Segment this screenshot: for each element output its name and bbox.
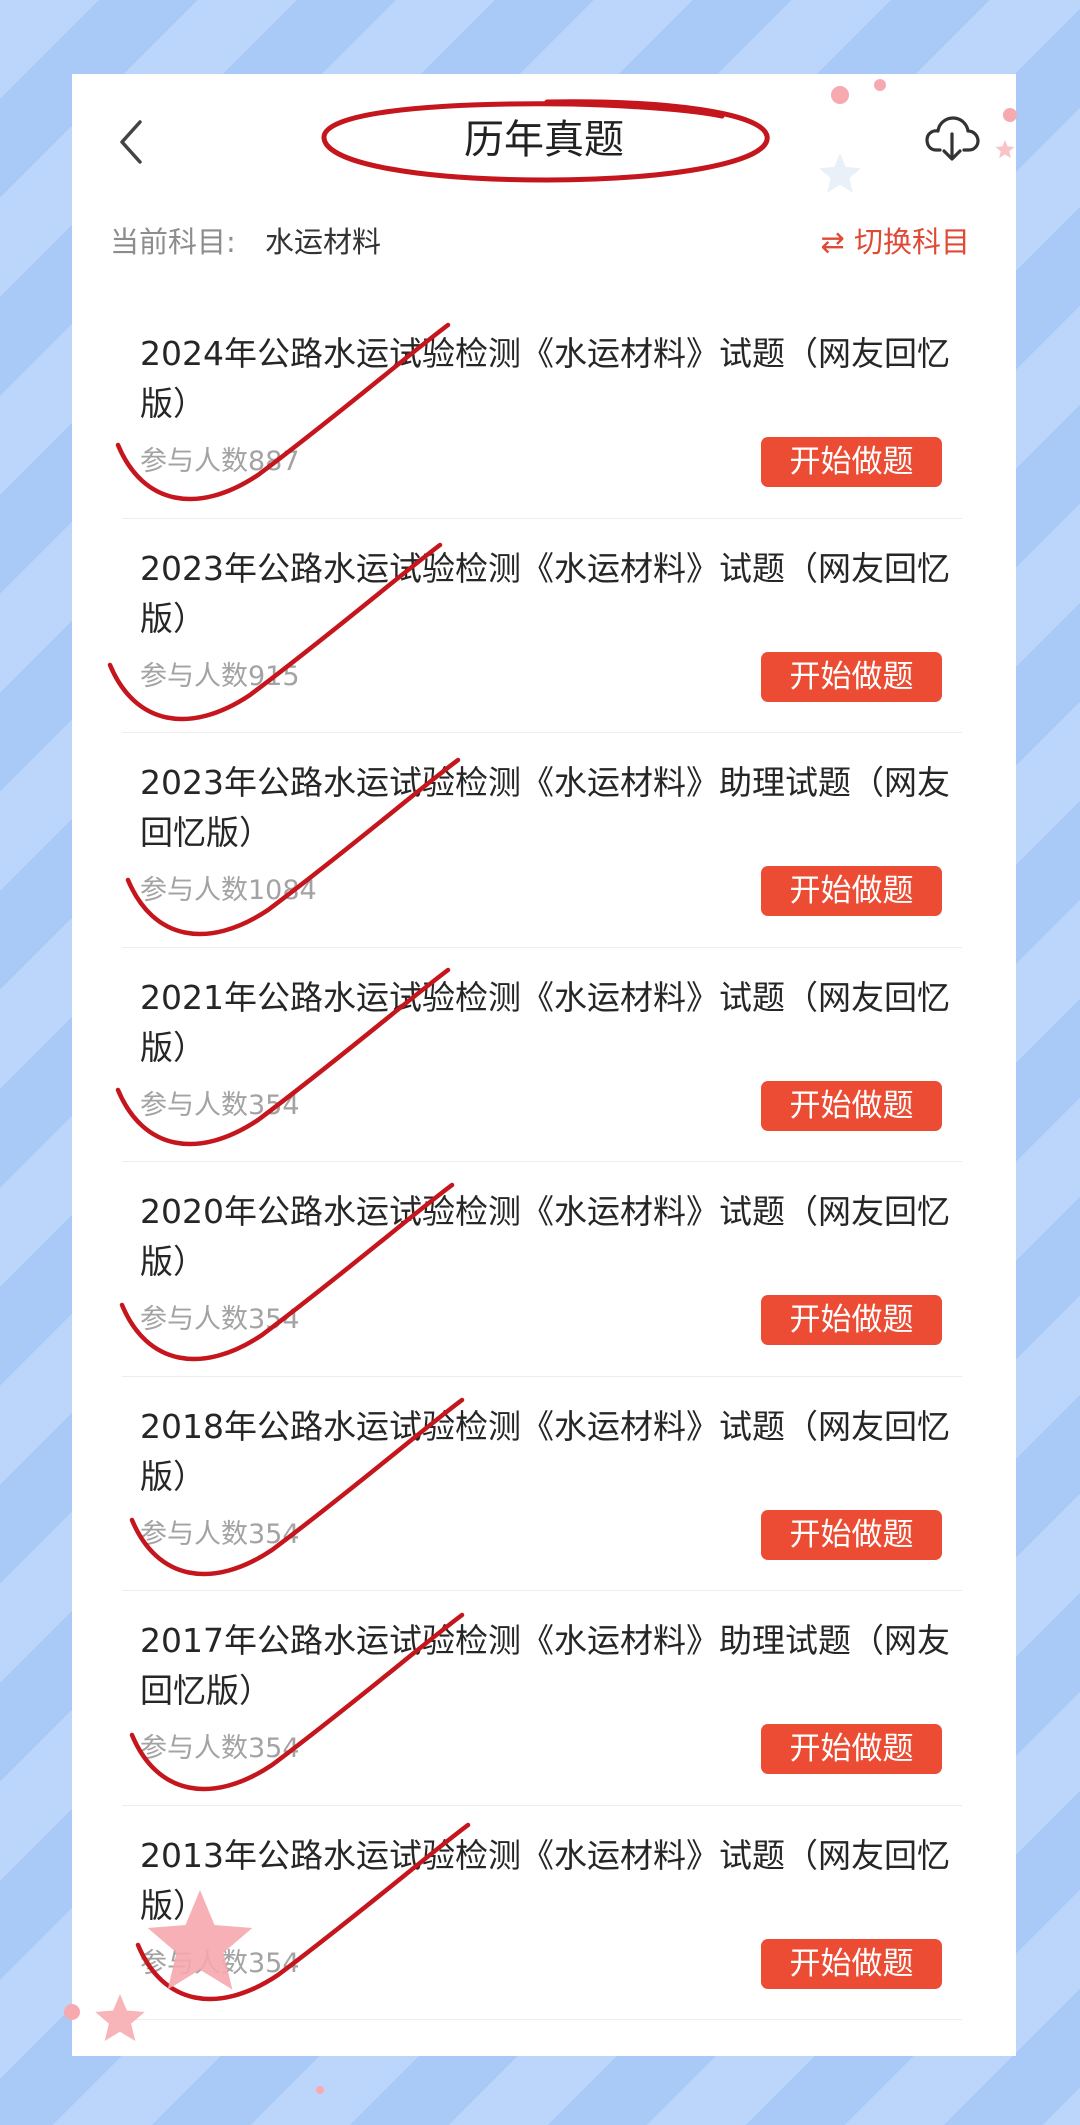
- start-practice-button[interactable]: 开始做题: [761, 1938, 942, 1989]
- participant-count: 参与人数354: [140, 1304, 300, 1335]
- participant-count: 参与人数354: [140, 1947, 300, 1979]
- subject-row: 当前科目: 水运材料 ⇄ 切换科目: [72, 210, 1016, 270]
- subject-label: 当前科目:: [110, 225, 236, 259]
- paper-title: 2018年公路水运试验检测《水运材料》试题（网友回忆版）: [140, 1406, 950, 1496]
- chevron-left-icon: [120, 120, 142, 164]
- list-item[interactable]: 2020年公路水运试验检测《水运材料》试题（网友回忆版） 参与人数354 开始做…: [122, 1162, 962, 1377]
- switch-subject-button[interactable]: ⇄ 切换科目: [820, 222, 970, 262]
- start-practice-button[interactable]: 开始做题: [761, 1724, 942, 1774]
- subject-value: 水运材料: [265, 225, 382, 259]
- paper-title: 2023年公路水运试验检测《水运材料》助理试题（网友回忆版）: [140, 763, 950, 852]
- list-item[interactable]: 2024年公路水运试验检测《水运材料》试题（网友回忆版） 参与人数887 开始做…: [122, 304, 962, 519]
- download-button[interactable]: [924, 110, 980, 166]
- paper-title: 2021年公路水运试验检测《水运材料》试题（网友回忆版）: [140, 977, 950, 1067]
- list-item[interactable]: 2017年公路水运试验检测《水运材料》助理试题（网友回忆版） 参与人数354 开…: [122, 1591, 962, 1806]
- paper-title: 2013年公路水运试验检测《水运材料》试题（网友回忆版）: [140, 1835, 950, 1925]
- app-card: 历年真题 当前科目: 水运材料 ⇄ 切换科目 2024年公路水运试验检测《水运材…: [72, 74, 1016, 2056]
- cloud-download-icon: [925, 116, 980, 161]
- participant-count: 参与人数354: [140, 1518, 300, 1550]
- paper-title: 2023年公路水运试验检测《水运材料》试题（网友回忆版）: [140, 548, 950, 638]
- list-item[interactable]: 2023年公路水运试验检测《水运材料》助理试题（网友回忆版） 参与人数1084 …: [122, 733, 962, 948]
- decor-dot: [316, 2086, 324, 2094]
- start-practice-button[interactable]: 开始做题: [761, 1080, 942, 1131]
- start-practice-button[interactable]: 开始做题: [761, 1295, 942, 1345]
- page-title: 历年真题: [464, 117, 624, 163]
- start-practice-button[interactable]: 开始做题: [761, 437, 942, 487]
- participant-count: 参与人数354: [140, 1089, 300, 1121]
- paper-list: 2024年公路水运试验检测《水运材料》试题（网友回忆版） 参与人数887 开始做…: [72, 304, 1016, 2020]
- start-practice-button[interactable]: 开始做题: [761, 651, 942, 702]
- top-bar: 历年真题: [72, 74, 1016, 198]
- list-item[interactable]: 2013年公路水运试验检测《水运材料》试题（网友回忆版） 参与人数354 开始做…: [122, 1806, 962, 2020]
- participant-count: 参与人数887: [140, 446, 300, 477]
- paper-title: 2017年公路水运试验检测《水运材料》助理试题（网友回忆版）: [140, 1621, 950, 1710]
- paper-title: 2024年公路水运试验检测《水运材料》试题（网友回忆版）: [140, 334, 950, 423]
- participant-count: 参与人数1084: [140, 875, 317, 906]
- list-item[interactable]: 2021年公路水运试验检测《水运材料》试题（网友回忆版） 参与人数354 开始做…: [122, 948, 962, 1162]
- list-item[interactable]: 2023年公路水运试验检测《水运材料》试题（网友回忆版） 参与人数915 开始做…: [122, 519, 962, 733]
- start-practice-button[interactable]: 开始做题: [761, 866, 942, 916]
- participant-count: 参与人数354: [140, 1733, 300, 1764]
- back-button[interactable]: [108, 114, 156, 170]
- start-practice-button[interactable]: 开始做题: [761, 1509, 942, 1560]
- participant-count: 参与人数915: [140, 660, 300, 692]
- paper-title: 2020年公路水运试验检测《水运材料》试题（网友回忆版）: [140, 1192, 950, 1281]
- list-item[interactable]: 2018年公路水运试验检测《水运材料》试题（网友回忆版） 参与人数354 开始做…: [122, 1377, 962, 1591]
